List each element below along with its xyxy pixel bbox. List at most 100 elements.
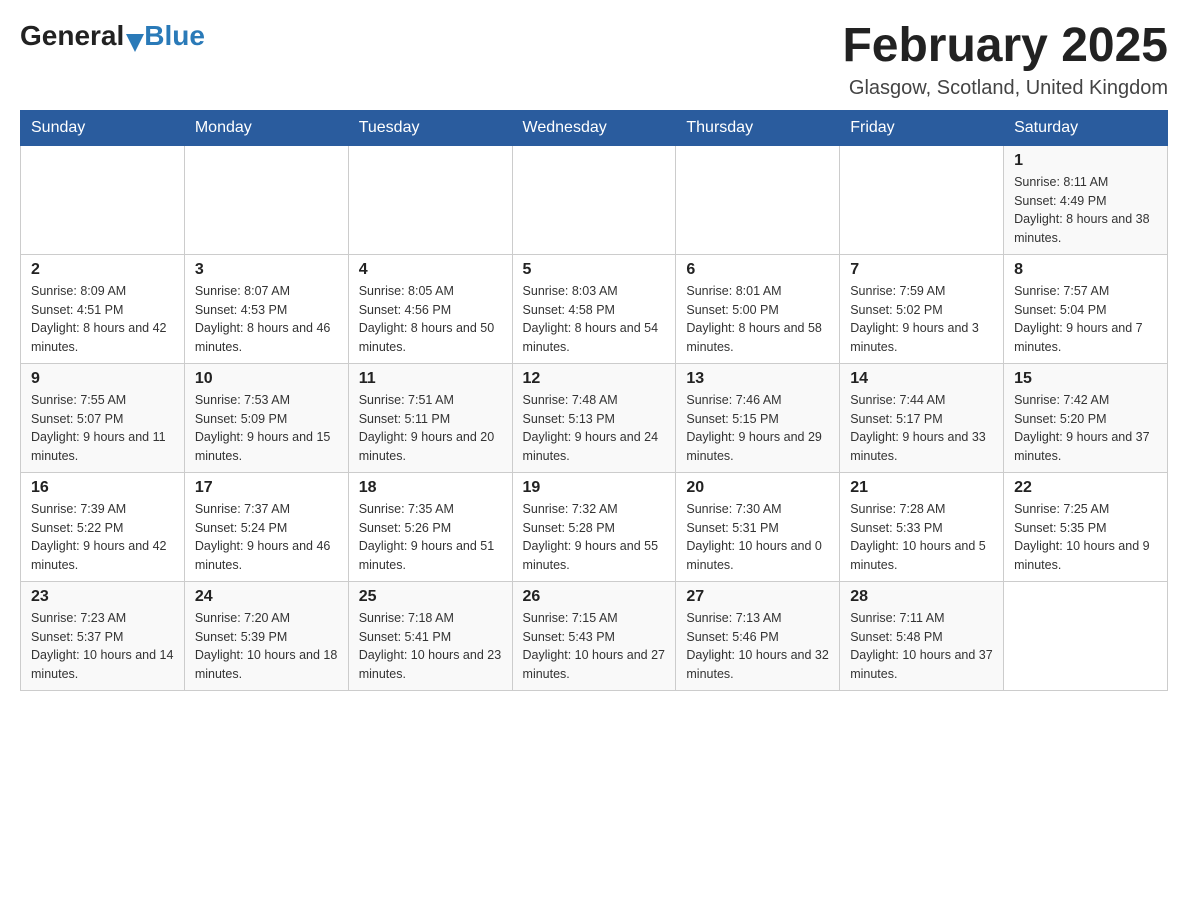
day-number: 12 bbox=[523, 370, 666, 388]
col-monday: Monday bbox=[184, 110, 348, 145]
day-number: 26 bbox=[523, 588, 666, 606]
day-number: 9 bbox=[31, 370, 174, 388]
day-number: 19 bbox=[523, 479, 666, 497]
day-number: 24 bbox=[195, 588, 338, 606]
day-number: 21 bbox=[850, 479, 993, 497]
day-info: Sunrise: 7:11 AMSunset: 5:48 PMDaylight:… bbox=[850, 609, 993, 684]
day-number: 13 bbox=[686, 370, 829, 388]
table-row: 28 Sunrise: 7:11 AMSunset: 5:48 PMDayligh… bbox=[840, 581, 1004, 690]
day-number: 4 bbox=[359, 261, 502, 279]
table-row: 9 Sunrise: 7:55 AMSunset: 5:07 PMDaylight… bbox=[21, 363, 185, 472]
table-row: 11Sunrise: 7:51 AMSunset: 5:11 PMDayligh… bbox=[348, 363, 512, 472]
day-info: Sunrise: 7:25 AMSunset: 5:35 PMDaylight:… bbox=[1014, 500, 1157, 575]
day-number: 16 bbox=[31, 479, 174, 497]
table-row: 24 Sunrise: 7:20 AMSunset: 5:39 PMDayligh… bbox=[184, 581, 348, 690]
day-number: 6 bbox=[686, 261, 829, 279]
day-info: Sunrise: 7:44 AMSunset: 5:17 PMDaylight:… bbox=[850, 391, 993, 466]
table-row: 27 Sunrise: 7:13 AMSunset: 5:46 PMDayligh… bbox=[676, 581, 840, 690]
day-number: 7 bbox=[850, 261, 993, 279]
day-info: Sunrise: 8:09 AMSunset: 4:51 PMDaylight:… bbox=[31, 282, 174, 357]
table-row: 1 Sunrise: 8:11 AMSunset: 4:49 PMDaylight… bbox=[1004, 145, 1168, 254]
day-info: Sunrise: 7:35 AMSunset: 5:26 PMDaylight:… bbox=[359, 500, 502, 575]
day-info: Sunrise: 7:13 AMSunset: 5:46 PMDaylight:… bbox=[686, 609, 829, 684]
day-number: 14 bbox=[850, 370, 993, 388]
calendar-week-1: 1 Sunrise: 8:11 AMSunset: 4:49 PMDaylight… bbox=[21, 145, 1168, 254]
table-row: 7 Sunrise: 7:59 AMSunset: 5:02 PMDaylight… bbox=[840, 254, 1004, 363]
page-header: General Blue February 2025 Glasgow, Scot… bbox=[20, 20, 1168, 100]
calendar-subtitle: Glasgow, Scotland, United Kingdom bbox=[842, 77, 1168, 100]
day-number: 11 bbox=[359, 370, 502, 388]
table-row: 19 Sunrise: 7:32 AMSunset: 5:28 PMDayligh… bbox=[512, 472, 676, 581]
day-info: Sunrise: 7:55 AMSunset: 5:07 PMDaylight:… bbox=[31, 391, 174, 466]
day-number: 25 bbox=[359, 588, 502, 606]
table-row bbox=[676, 145, 840, 254]
calendar-week-2: 2 Sunrise: 8:09 AMSunset: 4:51 PMDaylight… bbox=[21, 254, 1168, 363]
title-block: February 2025 Glasgow, Scotland, United … bbox=[842, 20, 1168, 100]
day-info: Sunrise: 7:53 AMSunset: 5:09 PMDaylight:… bbox=[195, 391, 338, 466]
table-row: 12 Sunrise: 7:48 AMSunset: 5:13 PMDayligh… bbox=[512, 363, 676, 472]
col-tuesday: Tuesday bbox=[348, 110, 512, 145]
day-info: Sunrise: 7:30 AMSunset: 5:31 PMDaylight:… bbox=[686, 500, 829, 575]
day-info: Sunrise: 7:59 AMSunset: 5:02 PMDaylight:… bbox=[850, 282, 993, 357]
day-number: 28 bbox=[850, 588, 993, 606]
day-info: Sunrise: 7:28 AMSunset: 5:33 PMDaylight:… bbox=[850, 500, 993, 575]
day-number: 20 bbox=[686, 479, 829, 497]
day-info: Sunrise: 8:05 AMSunset: 4:56 PMDaylight:… bbox=[359, 282, 502, 357]
day-number: 22 bbox=[1014, 479, 1157, 497]
day-number: 27 bbox=[686, 588, 829, 606]
day-info: Sunrise: 7:42 AMSunset: 5:20 PMDaylight:… bbox=[1014, 391, 1157, 466]
day-info: Sunrise: 7:32 AMSunset: 5:28 PMDaylight:… bbox=[523, 500, 666, 575]
day-number: 2 bbox=[31, 261, 174, 279]
day-number: 5 bbox=[523, 261, 666, 279]
calendar-week-5: 23Sunrise: 7:23 AMSunset: 5:37 PMDayligh… bbox=[21, 581, 1168, 690]
day-info: Sunrise: 7:15 AMSunset: 5:43 PMDaylight:… bbox=[523, 609, 666, 684]
day-info: Sunrise: 8:03 AMSunset: 4:58 PMDaylight:… bbox=[523, 282, 666, 357]
table-row: 3 Sunrise: 8:07 AMSunset: 4:53 PMDaylight… bbox=[184, 254, 348, 363]
table-row: 4 Sunrise: 8:05 AMSunset: 4:56 PMDaylight… bbox=[348, 254, 512, 363]
day-number: 15 bbox=[1014, 370, 1157, 388]
day-info: Sunrise: 8:07 AMSunset: 4:53 PMDaylight:… bbox=[195, 282, 338, 357]
col-friday: Friday bbox=[840, 110, 1004, 145]
logo-general: General bbox=[20, 20, 124, 52]
day-number: 10 bbox=[195, 370, 338, 388]
day-info: Sunrise: 7:39 AMSunset: 5:22 PMDaylight:… bbox=[31, 500, 174, 575]
table-row: 15 Sunrise: 7:42 AMSunset: 5:20 PMDayligh… bbox=[1004, 363, 1168, 472]
table-row bbox=[348, 145, 512, 254]
day-info: Sunrise: 7:18 AMSunset: 5:41 PMDaylight:… bbox=[359, 609, 502, 684]
table-row: 2 Sunrise: 8:09 AMSunset: 4:51 PMDaylight… bbox=[21, 254, 185, 363]
table-row bbox=[512, 145, 676, 254]
day-info: Sunrise: 8:11 AMSunset: 4:49 PMDaylight:… bbox=[1014, 173, 1157, 248]
table-row: 21 Sunrise: 7:28 AMSunset: 5:33 PMDayligh… bbox=[840, 472, 1004, 581]
table-row: 5 Sunrise: 8:03 AMSunset: 4:58 PMDaylight… bbox=[512, 254, 676, 363]
table-row: 14 Sunrise: 7:44 AMSunset: 5:17 PMDayligh… bbox=[840, 363, 1004, 472]
logo: General Blue bbox=[20, 20, 205, 52]
calendar-week-3: 9 Sunrise: 7:55 AMSunset: 5:07 PMDaylight… bbox=[21, 363, 1168, 472]
col-wednesday: Wednesday bbox=[512, 110, 676, 145]
day-number: 17 bbox=[195, 479, 338, 497]
table-row bbox=[21, 145, 185, 254]
col-thursday: Thursday bbox=[676, 110, 840, 145]
col-saturday: Saturday bbox=[1004, 110, 1168, 145]
calendar-week-4: 16 Sunrise: 7:39 AMSunset: 5:22 PMDayligh… bbox=[21, 472, 1168, 581]
logo-arrow-icon bbox=[126, 34, 144, 52]
day-number: 3 bbox=[195, 261, 338, 279]
day-number: 18 bbox=[359, 479, 502, 497]
table-row: 20 Sunrise: 7:30 AMSunset: 5:31 PMDayligh… bbox=[676, 472, 840, 581]
table-row bbox=[184, 145, 348, 254]
table-row: 8Sunrise: 7:57 AMSunset: 5:04 PMDaylight… bbox=[1004, 254, 1168, 363]
table-row: 6 Sunrise: 8:01 AMSunset: 5:00 PMDaylight… bbox=[676, 254, 840, 363]
day-number: 1 bbox=[1014, 152, 1157, 170]
day-info: Sunrise: 7:48 AMSunset: 5:13 PMDaylight:… bbox=[523, 391, 666, 466]
calendar-title: February 2025 bbox=[842, 20, 1168, 73]
table-row bbox=[840, 145, 1004, 254]
table-row: 17Sunrise: 7:37 AMSunset: 5:24 PMDayligh… bbox=[184, 472, 348, 581]
day-info: Sunrise: 7:57 AMSunset: 5:04 PMDaylight:… bbox=[1014, 282, 1157, 357]
day-info: Sunrise: 8:01 AMSunset: 5:00 PMDaylight:… bbox=[686, 282, 829, 357]
day-info: Sunrise: 7:20 AMSunset: 5:39 PMDaylight:… bbox=[195, 609, 338, 684]
table-row: 18 Sunrise: 7:35 AMSunset: 5:26 PMDayligh… bbox=[348, 472, 512, 581]
calendar-table: Sunday Monday Tuesday Wednesday Thursday… bbox=[20, 110, 1168, 691]
table-row: 10 Sunrise: 7:53 AMSunset: 5:09 PMDayligh… bbox=[184, 363, 348, 472]
day-info: Sunrise: 7:23 AMSunset: 5:37 PMDaylight:… bbox=[31, 609, 174, 684]
col-sunday: Sunday bbox=[21, 110, 185, 145]
logo-blue: Blue bbox=[144, 20, 205, 52]
